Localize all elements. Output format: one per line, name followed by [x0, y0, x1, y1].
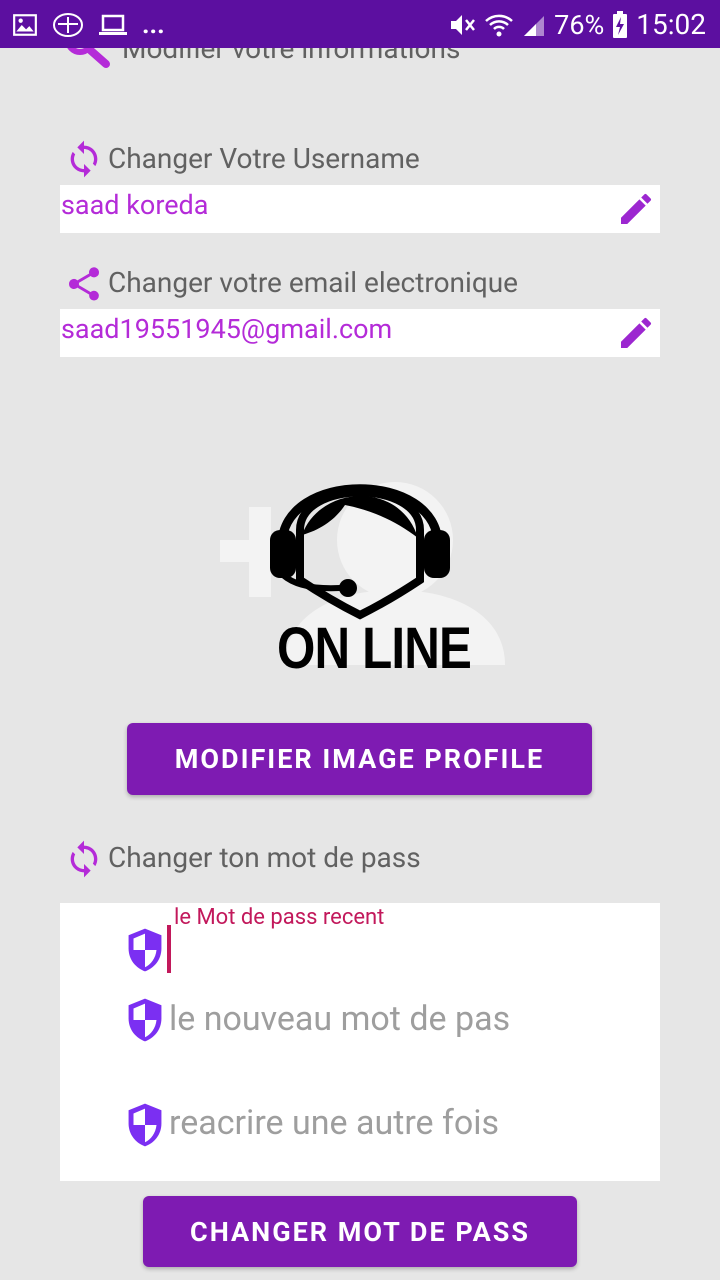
battery-percentage: 76% — [554, 8, 605, 41]
change-password-button[interactable]: CHANGER MOT DE PASS — [143, 1196, 577, 1267]
modify-profile-image-button[interactable]: MODIFIER IMAGE PROFILE — [127, 723, 592, 795]
sync-icon — [70, 140, 98, 178]
password-form: le Mot de pass recent le nouveau mot de … — [60, 903, 660, 1181]
laptop-icon — [99, 14, 127, 35]
profile-image[interactable]: ON LINE — [215, 445, 505, 685]
online-logo-text: ON LINE — [277, 616, 472, 681]
app-logo-icon — [53, 13, 83, 37]
wifi-icon — [485, 14, 513, 36]
current-password-input[interactable] — [167, 925, 171, 973]
edit-username-icon[interactable] — [616, 189, 656, 229]
search-icon — [67, 48, 110, 68]
email-label: Changer votre email electronique — [108, 266, 519, 299]
sync-icon — [70, 840, 98, 878]
header-row: Modifier votre informations — [60, 48, 680, 78]
security-shield-icon — [128, 998, 162, 1042]
image-icon — [13, 14, 37, 36]
email-field[interactable]: saad19551945@gmail.com — [60, 309, 660, 357]
status-bar: ... 76% 15:02 — [0, 0, 720, 48]
confirm-password-input[interactable]: reacrire une autre fois — [169, 1103, 499, 1143]
username-field[interactable]: saad koreda — [60, 185, 660, 233]
signal-icon — [524, 15, 545, 36]
security-shield-icon — [128, 1103, 162, 1147]
share-icon — [68, 267, 100, 301]
edit-email-icon[interactable] — [616, 313, 656, 353]
support-headset-icon — [270, 484, 450, 620]
clock: 15:02 — [636, 8, 706, 41]
mute-icon — [451, 14, 476, 35]
username-value[interactable]: saad koreda — [61, 189, 208, 221]
security-shield-icon — [128, 928, 162, 972]
username-label: Changer Votre Username — [108, 142, 420, 175]
email-value[interactable]: saad19551945@gmail.com — [61, 313, 392, 345]
current-password-label: le Mot de pass recent — [174, 905, 385, 930]
notification-overflow: ... — [142, 10, 165, 40]
page-title: Modifier votre informations — [122, 48, 461, 65]
password-section-label: Changer ton mot de pass — [108, 841, 421, 874]
battery-charging-icon — [613, 10, 628, 38]
new-password-input[interactable]: le nouveau mot de pas — [169, 999, 510, 1039]
